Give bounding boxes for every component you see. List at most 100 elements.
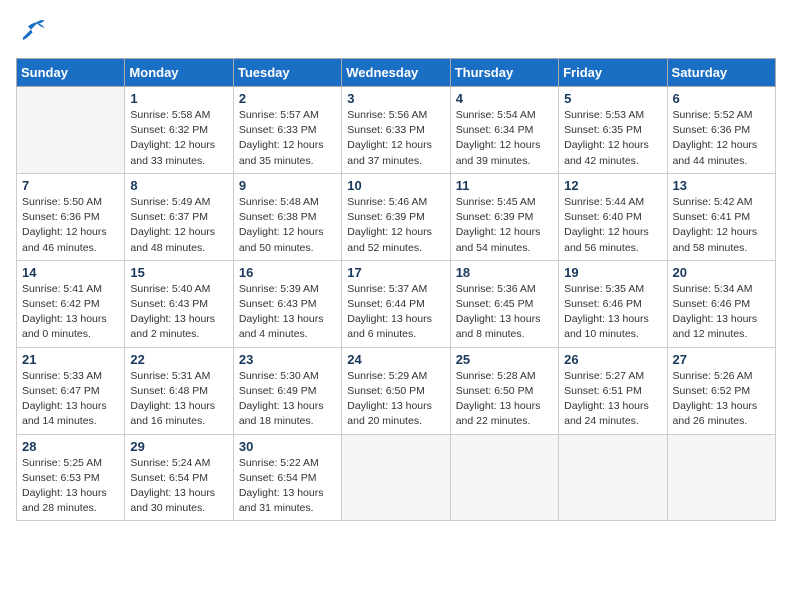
day-number: 22 bbox=[130, 352, 227, 367]
day-number: 8 bbox=[130, 178, 227, 193]
day-number: 4 bbox=[456, 91, 553, 106]
day-number: 6 bbox=[673, 91, 770, 106]
day-number: 25 bbox=[456, 352, 553, 367]
day-number: 17 bbox=[347, 265, 444, 280]
day-info: Sunrise: 5:41 AM Sunset: 6:42 PM Dayligh… bbox=[22, 282, 119, 343]
logo-bird-icon bbox=[16, 16, 46, 46]
weekday-header-monday: Monday bbox=[125, 59, 233, 87]
day-info: Sunrise: 5:58 AM Sunset: 6:32 PM Dayligh… bbox=[130, 108, 227, 169]
day-info: Sunrise: 5:29 AM Sunset: 6:50 PM Dayligh… bbox=[347, 369, 444, 430]
calendar-cell: 19 Sunrise: 5:35 AM Sunset: 6:46 PM Dayli… bbox=[559, 260, 667, 347]
day-info: Sunrise: 5:24 AM Sunset: 6:54 PM Dayligh… bbox=[130, 456, 227, 517]
calendar-cell: 4 Sunrise: 5:54 AM Sunset: 6:34 PM Daylig… bbox=[450, 87, 558, 174]
weekday-header-saturday: Saturday bbox=[667, 59, 775, 87]
calendar-cell: 21 Sunrise: 5:33 AM Sunset: 6:47 PM Dayli… bbox=[17, 347, 125, 434]
calendar-cell: 17 Sunrise: 5:37 AM Sunset: 6:44 PM Dayli… bbox=[342, 260, 450, 347]
calendar-cell: 13 Sunrise: 5:42 AM Sunset: 6:41 PM Dayli… bbox=[667, 173, 775, 260]
day-info: Sunrise: 5:46 AM Sunset: 6:39 PM Dayligh… bbox=[347, 195, 444, 256]
calendar-cell: 22 Sunrise: 5:31 AM Sunset: 6:48 PM Dayli… bbox=[125, 347, 233, 434]
calendar-cell: 29 Sunrise: 5:24 AM Sunset: 6:54 PM Dayli… bbox=[125, 434, 233, 521]
calendar-cell: 14 Sunrise: 5:41 AM Sunset: 6:42 PM Dayli… bbox=[17, 260, 125, 347]
day-info: Sunrise: 5:30 AM Sunset: 6:49 PM Dayligh… bbox=[239, 369, 336, 430]
calendar-cell: 28 Sunrise: 5:25 AM Sunset: 6:53 PM Dayli… bbox=[17, 434, 125, 521]
day-info: Sunrise: 5:57 AM Sunset: 6:33 PM Dayligh… bbox=[239, 108, 336, 169]
day-number: 11 bbox=[456, 178, 553, 193]
day-info: Sunrise: 5:44 AM Sunset: 6:40 PM Dayligh… bbox=[564, 195, 661, 256]
calendar-cell: 16 Sunrise: 5:39 AM Sunset: 6:43 PM Dayli… bbox=[233, 260, 341, 347]
day-number: 14 bbox=[22, 265, 119, 280]
day-number: 24 bbox=[347, 352, 444, 367]
day-number: 10 bbox=[347, 178, 444, 193]
calendar-cell: 1 Sunrise: 5:58 AM Sunset: 6:32 PM Daylig… bbox=[125, 87, 233, 174]
day-info: Sunrise: 5:25 AM Sunset: 6:53 PM Dayligh… bbox=[22, 456, 119, 517]
calendar-table: SundayMondayTuesdayWednesdayThursdayFrid… bbox=[16, 58, 776, 521]
day-number: 20 bbox=[673, 265, 770, 280]
day-info: Sunrise: 5:27 AM Sunset: 6:51 PM Dayligh… bbox=[564, 369, 661, 430]
day-number: 19 bbox=[564, 265, 661, 280]
day-number: 30 bbox=[239, 439, 336, 454]
day-info: Sunrise: 5:50 AM Sunset: 6:36 PM Dayligh… bbox=[22, 195, 119, 256]
day-number: 1 bbox=[130, 91, 227, 106]
calendar-cell: 5 Sunrise: 5:53 AM Sunset: 6:35 PM Daylig… bbox=[559, 87, 667, 174]
day-number: 29 bbox=[130, 439, 227, 454]
day-info: Sunrise: 5:22 AM Sunset: 6:54 PM Dayligh… bbox=[239, 456, 336, 517]
calendar-cell: 26 Sunrise: 5:27 AM Sunset: 6:51 PM Dayli… bbox=[559, 347, 667, 434]
day-info: Sunrise: 5:54 AM Sunset: 6:34 PM Dayligh… bbox=[456, 108, 553, 169]
day-info: Sunrise: 5:37 AM Sunset: 6:44 PM Dayligh… bbox=[347, 282, 444, 343]
day-number: 7 bbox=[22, 178, 119, 193]
day-number: 18 bbox=[456, 265, 553, 280]
logo bbox=[16, 16, 50, 46]
day-number: 2 bbox=[239, 91, 336, 106]
day-number: 3 bbox=[347, 91, 444, 106]
weekday-header-tuesday: Tuesday bbox=[233, 59, 341, 87]
page-header bbox=[16, 16, 776, 46]
calendar-cell: 2 Sunrise: 5:57 AM Sunset: 6:33 PM Daylig… bbox=[233, 87, 341, 174]
calendar-cell: 30 Sunrise: 5:22 AM Sunset: 6:54 PM Dayli… bbox=[233, 434, 341, 521]
day-number: 15 bbox=[130, 265, 227, 280]
day-number: 27 bbox=[673, 352, 770, 367]
calendar-cell: 8 Sunrise: 5:49 AM Sunset: 6:37 PM Daylig… bbox=[125, 173, 233, 260]
day-info: Sunrise: 5:26 AM Sunset: 6:52 PM Dayligh… bbox=[673, 369, 770, 430]
day-number: 26 bbox=[564, 352, 661, 367]
day-info: Sunrise: 5:52 AM Sunset: 6:36 PM Dayligh… bbox=[673, 108, 770, 169]
day-info: Sunrise: 5:49 AM Sunset: 6:37 PM Dayligh… bbox=[130, 195, 227, 256]
day-info: Sunrise: 5:33 AM Sunset: 6:47 PM Dayligh… bbox=[22, 369, 119, 430]
calendar-cell bbox=[17, 87, 125, 174]
calendar-cell bbox=[667, 434, 775, 521]
day-number: 5 bbox=[564, 91, 661, 106]
day-number: 9 bbox=[239, 178, 336, 193]
calendar-cell: 23Sunrise: 5:30 AM Sunset: 6:49 PM Dayli… bbox=[233, 347, 341, 434]
day-info: Sunrise: 5:28 AM Sunset: 6:50 PM Dayligh… bbox=[456, 369, 553, 430]
day-info: Sunrise: 5:45 AM Sunset: 6:39 PM Dayligh… bbox=[456, 195, 553, 256]
day-info: Sunrise: 5:36 AM Sunset: 6:45 PM Dayligh… bbox=[456, 282, 553, 343]
calendar-cell: 6 Sunrise: 5:52 AM Sunset: 6:36 PM Daylig… bbox=[667, 87, 775, 174]
calendar-cell: 12 Sunrise: 5:44 AM Sunset: 6:40 PM Dayli… bbox=[559, 173, 667, 260]
day-info: Sunrise: 5:53 AM Sunset: 6:35 PM Dayligh… bbox=[564, 108, 661, 169]
day-info: Sunrise: 5:56 AM Sunset: 6:33 PM Dayligh… bbox=[347, 108, 444, 169]
day-info: Sunrise: 5:35 AM Sunset: 6:46 PM Dayligh… bbox=[564, 282, 661, 343]
calendar-cell: 10 Sunrise: 5:46 AM Sunset: 6:39 PM Dayli… bbox=[342, 173, 450, 260]
day-info: Sunrise: 5:31 AM Sunset: 6:48 PM Dayligh… bbox=[130, 369, 227, 430]
calendar-cell: 27 Sunrise: 5:26 AM Sunset: 6:52 PM Dayli… bbox=[667, 347, 775, 434]
day-info: Sunrise: 5:39 AM Sunset: 6:43 PM Dayligh… bbox=[239, 282, 336, 343]
day-number: 12 bbox=[564, 178, 661, 193]
calendar-cell: 7 Sunrise: 5:50 AM Sunset: 6:36 PM Daylig… bbox=[17, 173, 125, 260]
calendar-cell: 24 Sunrise: 5:29 AM Sunset: 6:50 PM Dayli… bbox=[342, 347, 450, 434]
weekday-header-thursday: Thursday bbox=[450, 59, 558, 87]
calendar-cell: 18 Sunrise: 5:36 AM Sunset: 6:45 PM Dayli… bbox=[450, 260, 558, 347]
day-number: 13 bbox=[673, 178, 770, 193]
day-info: Sunrise: 5:42 AM Sunset: 6:41 PM Dayligh… bbox=[673, 195, 770, 256]
calendar-cell: 20 Sunrise: 5:34 AM Sunset: 6:46 PM Dayli… bbox=[667, 260, 775, 347]
day-number: 21 bbox=[22, 352, 119, 367]
day-info: Sunrise: 5:48 AM Sunset: 6:38 PM Dayligh… bbox=[239, 195, 336, 256]
weekday-header-sunday: Sunday bbox=[17, 59, 125, 87]
calendar-cell: 11 Sunrise: 5:45 AM Sunset: 6:39 PM Dayli… bbox=[450, 173, 558, 260]
calendar-cell bbox=[559, 434, 667, 521]
day-number: 16 bbox=[239, 265, 336, 280]
calendar-cell: 9 Sunrise: 5:48 AM Sunset: 6:38 PM Daylig… bbox=[233, 173, 341, 260]
weekday-header-wednesday: Wednesday bbox=[342, 59, 450, 87]
day-info: Sunrise: 5:34 AM Sunset: 6:46 PM Dayligh… bbox=[673, 282, 770, 343]
calendar-cell: 25 Sunrise: 5:28 AM Sunset: 6:50 PM Dayli… bbox=[450, 347, 558, 434]
day-number: 28 bbox=[22, 439, 119, 454]
day-info: Sunrise: 5:40 AM Sunset: 6:43 PM Dayligh… bbox=[130, 282, 227, 343]
